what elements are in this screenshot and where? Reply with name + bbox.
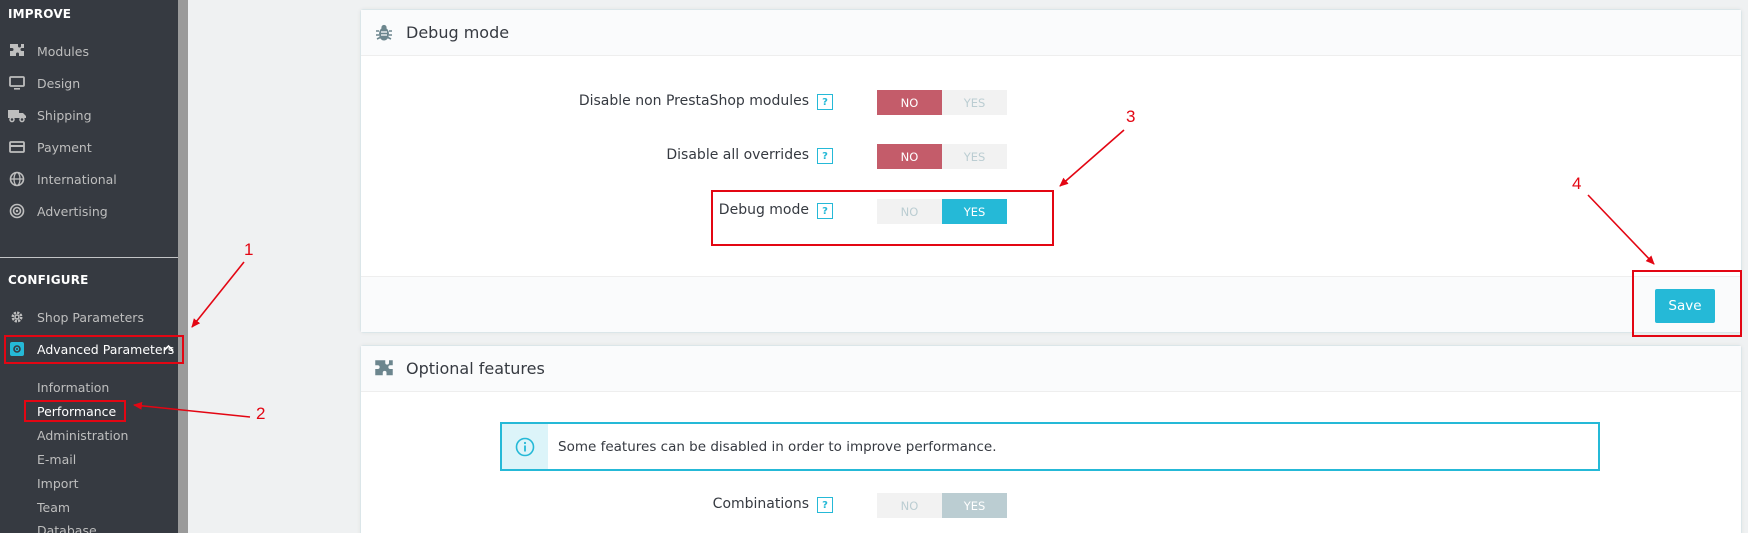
section-title-configure: CONFIGURE	[8, 273, 89, 287]
sidebar-item-international[interactable]: International	[8, 167, 178, 191]
field-label: Disable all overrides	[666, 147, 809, 163]
sidebar-item-label: Shop Parameters	[37, 309, 144, 325]
bug-icon	[373, 22, 395, 44]
annotation-box-performance	[24, 400, 126, 422]
truck-icon	[8, 106, 26, 124]
puzzle-icon	[8, 42, 26, 60]
panel-footer: Save	[361, 276, 1741, 332]
switch-no-option[interactable]: NO	[877, 144, 942, 169]
switch-no-option[interactable]: NO	[877, 90, 942, 115]
help-icon[interactable]: ?	[817, 94, 833, 110]
globe-icon	[8, 170, 26, 188]
switch-yes-option[interactable]: YES	[942, 90, 1007, 115]
sidebar-item-design[interactable]: Design	[8, 71, 178, 95]
target-icon	[8, 202, 26, 220]
annotation-number: 1	[244, 240, 254, 259]
desktop-icon	[8, 74, 26, 92]
section-title-improve: IMPROVE	[8, 7, 72, 21]
puzzle-icon	[373, 358, 395, 380]
annotation-arrow	[191, 261, 245, 328]
info-text: Some features can be disabled in order t…	[558, 438, 997, 455]
sidebar-item-label: Payment	[37, 139, 92, 155]
switch-yes-option[interactable]: YES	[942, 144, 1007, 169]
sidebar-item-shipping[interactable]: Shipping	[8, 103, 178, 127]
sidebar-subitem-information[interactable]: Information	[37, 380, 109, 395]
panel-title: Optional features	[406, 359, 545, 378]
help-icon[interactable]: ?	[817, 148, 833, 164]
sidebar-item-advertising[interactable]: Advertising	[8, 199, 178, 223]
field-label: Combinations	[712, 496, 809, 512]
sidebar-subitem-team[interactable]: Team	[37, 500, 70, 515]
sidebar: IMPROVE Modules Design Shipping Payment …	[0, 0, 188, 533]
toggle-switch[interactable]: NO YES	[877, 493, 1007, 518]
sidebar-subitem-import[interactable]: Import	[37, 476, 79, 491]
sidebar-subitem-email[interactable]: E-mail	[37, 452, 76, 467]
sidebar-item-label: Design	[37, 75, 81, 91]
info-alert: Some features can be disabled in order t…	[500, 422, 1600, 471]
info-icon	[502, 424, 548, 469]
sidebar-divider	[0, 257, 188, 258]
debug-mode-panel: Debug mode Disable non PrestaShop module…	[360, 9, 1742, 333]
help-icon[interactable]: ?	[817, 497, 833, 513]
sidebar-item-label: Shipping	[37, 107, 92, 123]
annotation-box-advanced-parameters	[4, 335, 184, 364]
sidebar-item-label: International	[37, 171, 117, 187]
gear-icon	[8, 308, 26, 326]
switch-yes-option[interactable]: YES	[942, 493, 1007, 518]
toggle-switch[interactable]: NO YES	[877, 144, 1007, 169]
annotation-box-save	[1632, 270, 1742, 337]
optional-features-panel: Optional features Some features can be d…	[360, 345, 1742, 533]
annotation-number: 2	[256, 404, 266, 423]
sidebar-scrollbar[interactable]	[178, 0, 188, 533]
sidebar-item-modules[interactable]: Modules	[8, 39, 178, 63]
panel-header: Debug mode	[361, 10, 1741, 56]
sidebar-subitem-administration[interactable]: Administration	[37, 428, 128, 443]
sidebar-item-label: Advertising	[37, 203, 108, 219]
sidebar-item-label: Modules	[37, 43, 89, 59]
sidebar-subitem-database[interactable]: Database	[37, 523, 97, 533]
panel-title: Debug mode	[406, 23, 510, 42]
panel-header: Optional features	[361, 346, 1741, 392]
annotation-number: 4	[1572, 174, 1582, 193]
switch-no-option[interactable]: NO	[877, 493, 942, 518]
sidebar-item-payment[interactable]: Payment	[8, 135, 178, 159]
credit-card-icon	[8, 138, 26, 156]
annotation-number: 3	[1126, 107, 1136, 126]
toggle-switch[interactable]: NO YES	[877, 90, 1007, 115]
annotation-box-debug-mode	[711, 190, 1054, 246]
sidebar-item-shop-parameters[interactable]: Shop Parameters	[8, 305, 178, 329]
field-label: Disable non PrestaShop modules	[578, 93, 809, 109]
